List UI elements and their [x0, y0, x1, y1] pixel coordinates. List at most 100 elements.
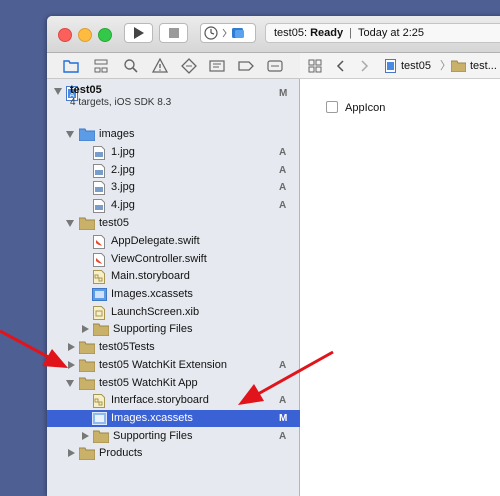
file-label: images [99, 128, 135, 140]
group-label: Supporting Files [113, 430, 193, 442]
disclosure-triangle[interactable] [82, 325, 89, 333]
project-icon [385, 59, 396, 73]
storyboard-file-icon [93, 394, 105, 408]
close-window-button[interactable] [58, 28, 72, 42]
folder-icon [79, 217, 95, 230]
image-file-icon [93, 199, 105, 213]
debug-icon[interactable] [209, 58, 225, 74]
nav-row-group[interactable]: test05 WatchKit App [47, 375, 300, 392]
disclosure-triangle[interactable] [66, 220, 74, 227]
nav-row-group[interactable]: Products [47, 445, 300, 462]
nav-row-file[interactable]: Interface.storyboard A [47, 392, 300, 409]
file-label: ViewController.swift [111, 253, 207, 265]
test-icon[interactable] [181, 58, 197, 74]
forward-arrow-icon[interactable] [361, 60, 369, 72]
breadcrumb-group[interactable]: test... [470, 53, 497, 79]
nav-row-file[interactable]: 2.jpg A [47, 162, 300, 179]
blue-folder-icon [79, 128, 95, 141]
play-icon [133, 27, 144, 39]
scheme-icon [204, 26, 244, 40]
nav-row-group[interactable]: Supporting Files [47, 321, 300, 338]
asset-catalog-icon [92, 412, 107, 425]
nav-row-group[interactable]: test05Tests [47, 339, 300, 356]
breakpoint-icon[interactable] [238, 58, 254, 74]
nav-row-group[interactable]: Supporting Files A [47, 428, 300, 445]
group-label: Supporting Files [113, 323, 193, 335]
file-label: 4.jpg [111, 199, 135, 211]
disclosure-triangle[interactable] [68, 449, 75, 457]
status-badge: A [279, 165, 287, 176]
breadcrumb-separator: 〉 [440, 60, 451, 72]
run-button[interactable] [124, 23, 153, 43]
project-row[interactable]: A test05 4 targets, iOS SDK 8.3 M [47, 83, 300, 113]
swift-file-icon [93, 235, 105, 249]
nav-row-file[interactable]: ViewController.swift [47, 251, 300, 268]
activity-status: test05: Ready | Today at 2:25 [265, 23, 500, 43]
file-label: LaunchScreen.xib [111, 306, 200, 318]
folder-icon [79, 341, 95, 354]
swift-file-icon [93, 253, 105, 267]
disclosure-triangle[interactable] [66, 380, 74, 387]
folder-icon [79, 447, 95, 460]
nav-row-group[interactable]: test05 WatchKit Extension A [47, 357, 300, 374]
related-items-icon[interactable] [308, 59, 322, 73]
hierarchy-icon[interactable] [93, 58, 109, 74]
file-label: 1.jpg [111, 146, 135, 158]
nav-row-file[interactable]: Images.xcassets [47, 286, 300, 303]
xib-file-icon [93, 306, 105, 320]
folder-icon [93, 430, 109, 443]
asset-catalog-editor: test05 〉 test... AppIcon [300, 53, 500, 496]
file-label: 3.jpg [111, 181, 135, 193]
minimize-window-button[interactable] [78, 28, 92, 42]
disclosure-triangle[interactable] [66, 131, 74, 138]
file-label: 2.jpg [111, 164, 135, 176]
search-icon[interactable] [123, 58, 139, 74]
image-file-icon [93, 146, 105, 160]
navigator-selector-bar [47, 53, 300, 79]
file-label: Images.xcassets [111, 288, 193, 300]
folder-icon [451, 60, 466, 72]
project-navigator: A test05 4 targets, iOS SDK 8.3 M images… [47, 79, 300, 496]
folder-icon [93, 323, 109, 336]
image-file-icon [93, 181, 105, 195]
nav-row-group[interactable]: test05 [47, 215, 300, 232]
nav-row-file[interactable]: 1.jpg A [47, 144, 300, 161]
disclosure-triangle[interactable] [68, 343, 75, 351]
scheme-selector[interactable] [200, 23, 256, 43]
group-label: test05 WatchKit Extension [99, 359, 227, 371]
nav-row-file[interactable]: AppDelegate.swift [47, 233, 300, 250]
status-time: Today at 2:25 [357, 27, 425, 39]
disclosure-triangle[interactable] [68, 361, 75, 369]
zoom-window-button[interactable] [98, 28, 112, 42]
group-label: test05 [99, 217, 129, 229]
storyboard-file-icon [93, 270, 105, 284]
group-label: Products [99, 447, 143, 459]
group-label: test05 WatchKit App [99, 377, 198, 389]
image-file-icon [93, 164, 105, 178]
file-label: Main.storyboard [111, 270, 190, 282]
status-target: test05: [274, 27, 308, 39]
nav-row-file[interactable]: 4.jpg A [47, 197, 300, 214]
disclosure-triangle[interactable] [82, 432, 89, 440]
stop-button[interactable] [159, 23, 188, 43]
nav-row-file[interactable]: Main.storyboard [47, 268, 300, 285]
back-arrow-icon[interactable] [336, 60, 344, 72]
disclosure-triangle[interactable] [54, 88, 62, 95]
nav-row-file[interactable]: 3.jpg A [47, 179, 300, 196]
toolbar: test05: Ready | Today at 2:25 [47, 16, 500, 53]
stop-icon [168, 28, 179, 38]
folder-icon[interactable] [63, 58, 79, 74]
jump-bar: test05 〉 test... [300, 53, 500, 79]
folder-icon [79, 377, 95, 390]
asset-catalog-icon [92, 288, 107, 301]
breadcrumb-project[interactable]: test05 [401, 53, 431, 79]
status-state: Ready [310, 27, 344, 39]
xcode-window: test05: Ready | Today at 2:25 A test05 4 t… [47, 16, 500, 496]
status-badge: A [279, 431, 287, 442]
warning-icon[interactable] [152, 58, 168, 74]
nav-row-file[interactable]: LaunchScreen.xib [47, 304, 300, 321]
nav-row-images-folder[interactable]: images [47, 126, 300, 143]
asset-checkbox[interactable] [326, 101, 338, 113]
report-icon[interactable] [267, 58, 283, 74]
nav-row-selected-file[interactable]: Images.xcassets M [47, 410, 300, 427]
